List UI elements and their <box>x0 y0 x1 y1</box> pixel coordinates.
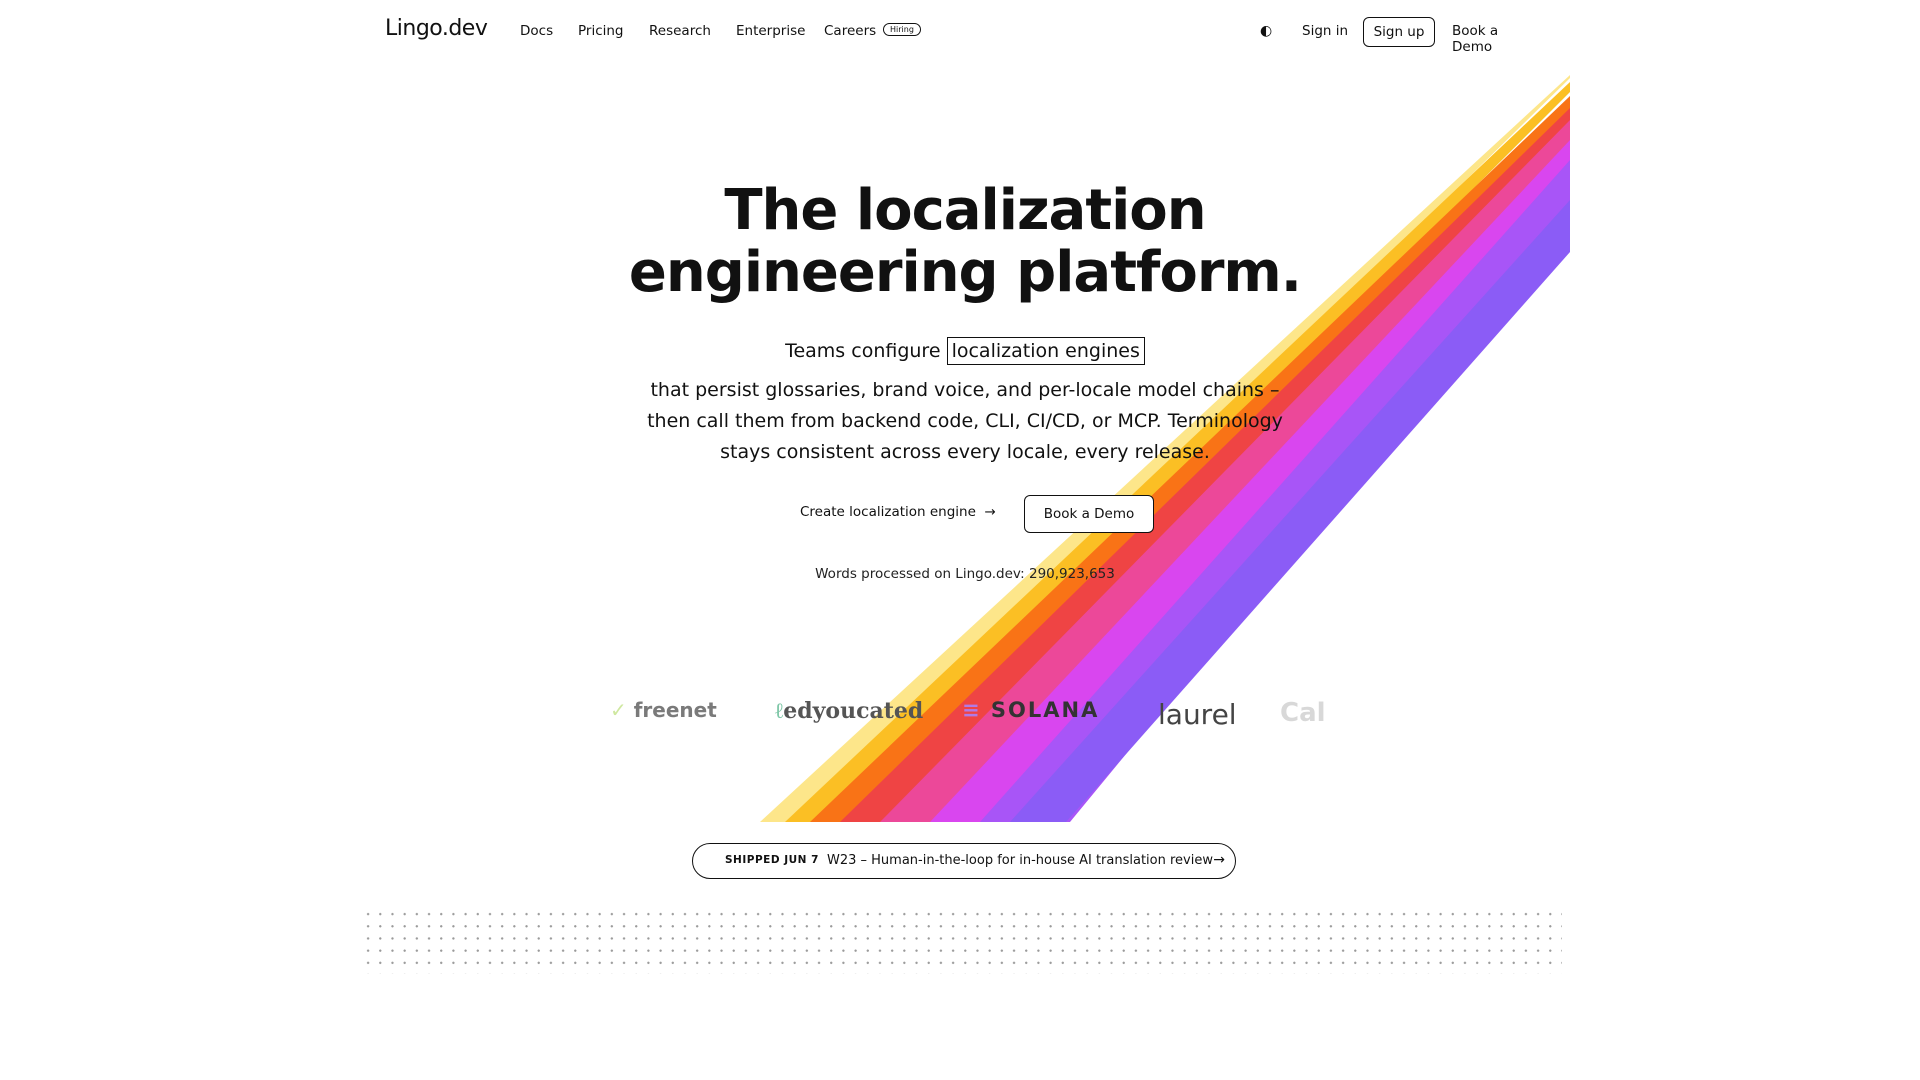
sign-up-button[interactable]: Sign up <box>1363 17 1435 47</box>
announcement-pill[interactable]: SHIPPED JUN 7 W23 – Human-in-the-loop fo… <box>692 843 1236 879</box>
customer-logos: ✓ freenet ℓedyoucated ≡ SOLANA laurel Ca… <box>605 698 1326 738</box>
nav-enterprise[interactable]: Enterprise <box>736 23 805 39</box>
logo-freenet: ✓ freenet <box>610 698 717 722</box>
freenet-icon: ✓ <box>610 698 627 722</box>
nav-pricing[interactable]: Pricing <box>578 23 624 39</box>
arrow-right-icon: → <box>980 504 996 520</box>
subtitle-highlight: localization engines <box>946 337 1145 365</box>
announcement-text: W23 – Human-in-the-loop for in-house AI … <box>827 853 1213 868</box>
hero-subtitle-line: Teams configure localization engines <box>660 337 1270 365</box>
edyoucated-icon: ℓ <box>775 698 784 724</box>
hiring-badge: Hiring <box>883 23 921 36</box>
brand-logo[interactable]: Lingo.dev <box>385 16 488 41</box>
solana-icon: ≡ <box>962 698 982 722</box>
words-processed-counter: Words processed on Lingo.dev: 290,923,65… <box>815 566 1115 582</box>
create-engine-label: Create localization engine <box>800 504 976 520</box>
book-demo-link[interactable]: Book a Demo <box>1452 23 1540 55</box>
create-engine-button[interactable]: Create localization engine → <box>800 504 996 520</box>
logo-laurel: laurel <box>1158 698 1237 731</box>
nav-careers[interactable]: Careers <box>824 23 876 39</box>
dot-grid-decoration <box>362 908 1562 974</box>
subtitle-lead: Teams configure <box>785 340 941 362</box>
logo-solana: ≡ SOLANA <box>962 698 1100 722</box>
nav-research[interactable]: Research <box>649 23 711 39</box>
logo-cal: Cal <box>1280 698 1326 728</box>
nav-docs[interactable]: Docs <box>520 23 553 39</box>
top-navbar: Lingo.dev Docs Pricing Research Enterpri… <box>385 14 1540 55</box>
book-demo-button[interactable]: Book a Demo <box>1024 495 1154 533</box>
logo-edyoucated: ℓedyoucated <box>775 698 924 724</box>
theme-toggle-icon[interactable]: ◐ <box>1260 23 1272 39</box>
sign-in-link[interactable]: Sign in <box>1302 23 1348 39</box>
hero-title: The localization engineering platform. <box>628 178 1302 305</box>
arrow-right-icon: → <box>1213 852 1225 868</box>
shipped-tag: SHIPPED JUN 7 <box>725 854 819 866</box>
hero-subtitle-body: that persist glossaries, brand voice, an… <box>647 379 1283 463</box>
